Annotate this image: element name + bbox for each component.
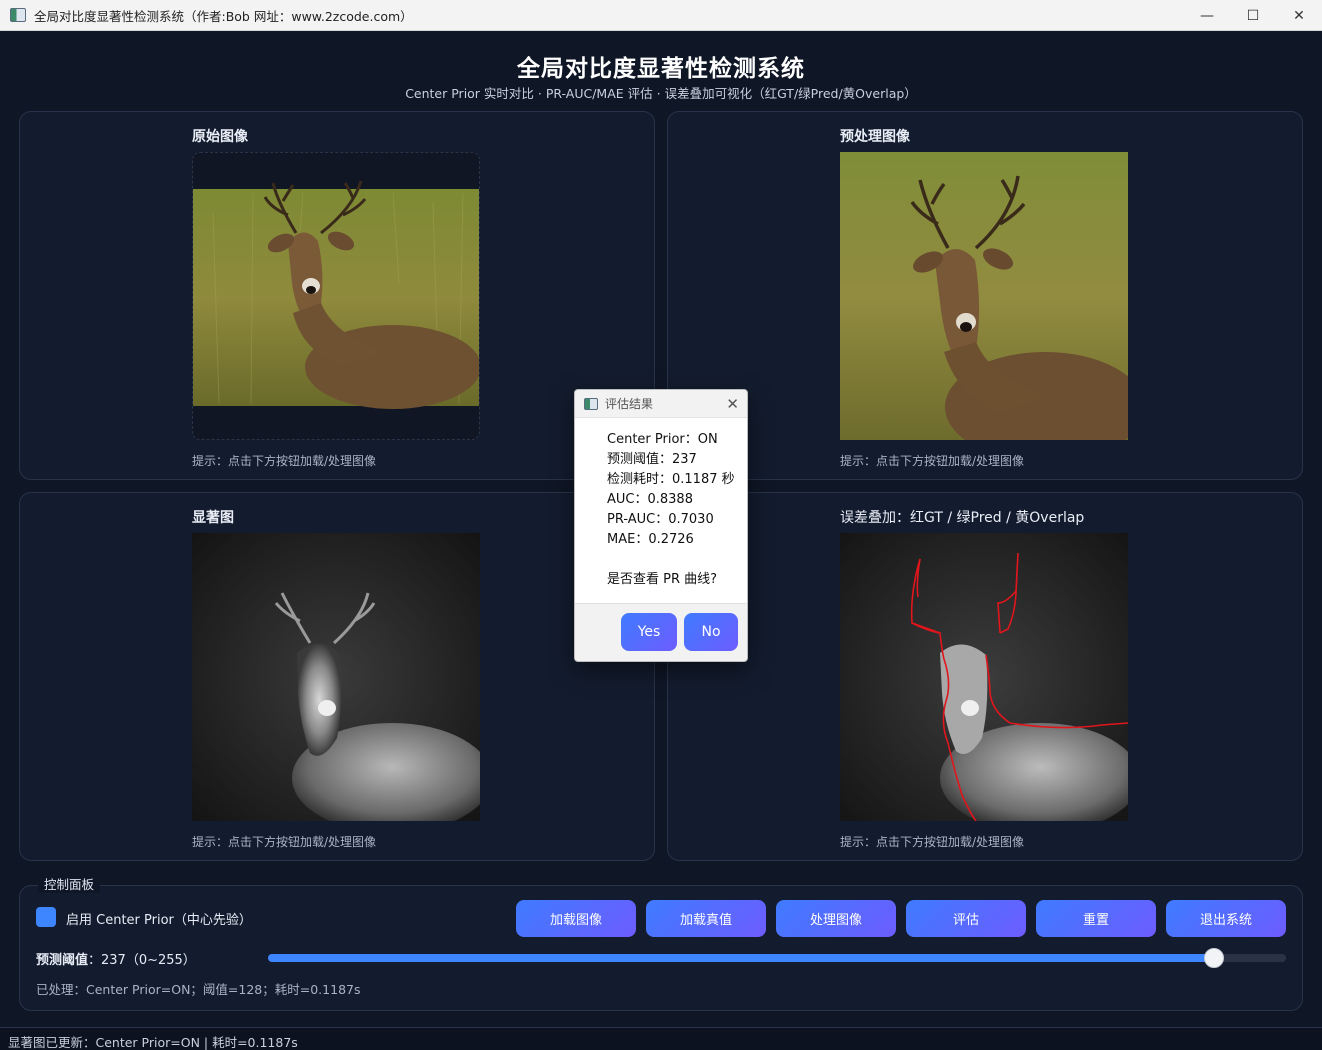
close-window-button[interactable]: ✕ [1276, 0, 1322, 31]
evaluation-result-dialog: 评估结果 ✕ Center Prior：ON 预测阈值：237 检测耗时：0.1… [574, 389, 748, 662]
threshold-label-name: 预测阈值 [36, 953, 89, 968]
saliency-map-panel: 显著图 提示：点击下方按钮加载/处理图像 [19, 492, 655, 861]
dialog-footer: Yes No [575, 603, 747, 661]
error-overlay-hint: 提示：点击下方按钮加载/处理图像 [840, 835, 1025, 849]
threshold-slider-handle[interactable] [1204, 948, 1224, 968]
threshold-slider-fill [268, 954, 1214, 962]
page-subtitle: Center Prior 实时对比 · PR-AUC/MAE 评估 · 误差叠加… [405, 86, 917, 101]
dialog-body: Center Prior：ON 预测阈值：237 检测耗时：0.1187 秒 A… [575, 418, 747, 604]
load-ground-truth-button[interactable]: 加载真值 [646, 900, 766, 937]
original-image-frame [192, 152, 480, 440]
original-image-panel: 原始图像 提示：点击下方按钮加载/处理图像 [19, 111, 655, 480]
saliency-map-hint: 提示：点击下方按钮加载/处理图像 [192, 835, 377, 849]
page-title: 全局对比度显著性检测系统 [517, 56, 805, 82]
error-overlay-image [840, 533, 1128, 821]
window-title: 全局对比度显著性检测系统（作者:Bob 网址：www.2zcode.com） [34, 8, 413, 24]
dialog-line-question: 是否查看 PR 曲线? [607, 572, 718, 587]
dialog-line-pr-auc: PR-AUC：0.7030 [607, 512, 714, 527]
original-image [193, 180, 479, 409]
threshold-slider[interactable] [268, 948, 1286, 968]
error-overlay-title: 误差叠加：红GT / 绿Pred / 黄Overlap [840, 510, 1085, 526]
original-image-title: 原始图像 [192, 129, 248, 145]
threshold-label: 预测阈值：237（0~255） [36, 949, 196, 968]
control-panel-legend: 控制面板 [38, 874, 101, 893]
exit-button[interactable]: 退出系统 [1166, 900, 1286, 937]
preprocessed-image [840, 152, 1128, 440]
status-bar-text: 显著图已更新：Center Prior=ON | 耗时=0.1187s [8, 1035, 298, 1050]
dialog-no-button[interactable]: No [684, 613, 738, 651]
dialog-line-center-prior: Center Prior：ON [607, 432, 718, 447]
original-image-hint: 提示：点击下方按钮加载/处理图像 [192, 454, 377, 468]
window-titlebar: 全局对比度显著性检测系统（作者:Bob 网址：www.2zcode.com） —… [0, 0, 1322, 31]
error-overlay-panel: 误差叠加：红GT / 绿Pred / 黄Overlap 提示：点击下方按钮加载/… [667, 492, 1303, 861]
status-bar: 显著图已更新：Center Prior=ON | 耗时=0.1187s [0, 1027, 1322, 1050]
evaluate-button[interactable]: 评估 [906, 900, 1026, 937]
preprocessed-image-frame [840, 152, 1128, 440]
reset-button[interactable]: 重置 [1036, 900, 1156, 937]
dialog-line-mae: MAE：0.2726 [607, 532, 694, 547]
threshold-value-text: ：237（0~255） [88, 953, 196, 968]
dialog-close-icon[interactable]: ✕ [726, 395, 739, 413]
preprocessed-image-hint: 提示：点击下方按钮加载/处理图像 [840, 454, 1025, 468]
app-icon [10, 8, 26, 22]
dialog-line-auc: AUC：0.8388 [607, 492, 693, 507]
saliency-map-title: 显著图 [192, 510, 234, 526]
saliency-map-image [192, 533, 480, 821]
saliency-map-frame [192, 533, 480, 821]
error-overlay-frame [840, 533, 1128, 821]
dialog-yes-button[interactable]: Yes [621, 613, 677, 651]
dialog-line-threshold: 预测阈值：237 [607, 452, 697, 467]
maximize-button[interactable]: ☐ [1230, 0, 1276, 31]
dialog-titlebar: 评估结果 ✕ [575, 390, 747, 418]
center-prior-label[interactable]: 启用 Center Prior（中心先验） [66, 909, 252, 928]
minimize-button[interactable]: — [1184, 0, 1230, 31]
dialog-title: 评估结果 [605, 397, 654, 411]
processing-status: 已处理：Center Prior=ON；阈值=128；耗时=0.1187s [36, 982, 361, 997]
dialog-app-icon [584, 397, 598, 410]
preprocessed-image-panel: 预处理图像 提示：点击下方按钮加载/处理图像 [667, 111, 1303, 480]
load-image-button[interactable]: 加载图像 [516, 900, 636, 937]
window-controls: — ☐ ✕ [1184, 0, 1322, 31]
center-prior-checkbox[interactable] [36, 907, 56, 927]
dialog-line-spacer [607, 550, 747, 570]
process-image-button[interactable]: 处理图像 [776, 900, 896, 937]
preprocessed-image-title: 预处理图像 [840, 129, 910, 145]
dialog-line-time: 检测耗时：0.1187 秒 [607, 472, 735, 487]
